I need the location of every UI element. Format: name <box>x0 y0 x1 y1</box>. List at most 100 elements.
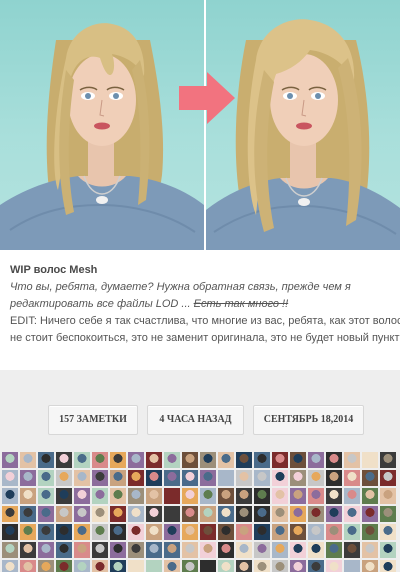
avatar[interactable] <box>308 524 324 540</box>
avatar[interactable] <box>182 560 198 572</box>
avatar[interactable] <box>110 506 126 522</box>
avatar[interactable] <box>56 488 72 504</box>
avatar[interactable] <box>20 524 36 540</box>
avatar[interactable] <box>2 488 18 504</box>
avatar[interactable] <box>92 470 108 486</box>
avatar[interactable] <box>146 506 162 522</box>
avatar[interactable] <box>56 542 72 558</box>
avatar[interactable] <box>38 560 54 572</box>
avatar[interactable] <box>2 524 18 540</box>
avatar[interactable] <box>362 524 378 540</box>
avatar[interactable] <box>362 542 378 558</box>
avatar[interactable] <box>290 560 306 572</box>
avatar[interactable] <box>200 470 216 486</box>
avatar[interactable] <box>308 560 324 572</box>
notes-button[interactable]: 157 ЗАМЕТКИ <box>48 405 138 435</box>
avatar[interactable] <box>308 542 324 558</box>
avatar[interactable] <box>56 470 72 486</box>
avatar[interactable] <box>146 524 162 540</box>
avatar[interactable] <box>200 524 216 540</box>
avatar[interactable] <box>38 542 54 558</box>
avatar[interactable] <box>182 524 198 540</box>
avatar[interactable] <box>146 560 162 572</box>
avatar[interactable] <box>236 542 252 558</box>
avatar[interactable] <box>92 488 108 504</box>
avatar[interactable] <box>254 524 270 540</box>
avatar[interactable] <box>182 506 198 522</box>
avatar[interactable] <box>254 560 270 572</box>
avatar[interactable] <box>380 452 396 468</box>
avatar[interactable] <box>218 524 234 540</box>
avatar[interactable] <box>308 506 324 522</box>
avatar[interactable] <box>164 542 180 558</box>
avatar[interactable] <box>290 488 306 504</box>
avatar[interactable] <box>362 488 378 504</box>
avatar[interactable] <box>2 560 18 572</box>
avatar[interactable] <box>218 560 234 572</box>
avatar[interactable] <box>272 542 288 558</box>
avatar[interactable] <box>164 506 180 522</box>
avatar[interactable] <box>20 560 36 572</box>
avatar[interactable] <box>110 470 126 486</box>
avatar[interactable] <box>38 506 54 522</box>
avatar[interactable] <box>182 488 198 504</box>
avatar[interactable] <box>164 452 180 468</box>
avatar[interactable] <box>326 470 342 486</box>
avatar[interactable] <box>74 452 90 468</box>
avatar[interactable] <box>326 506 342 522</box>
avatar[interactable] <box>164 488 180 504</box>
avatar[interactable] <box>20 506 36 522</box>
avatar[interactable] <box>164 470 180 486</box>
avatar[interactable] <box>272 506 288 522</box>
avatar[interactable] <box>92 542 108 558</box>
avatar[interactable] <box>92 452 108 468</box>
avatar[interactable] <box>200 560 216 572</box>
avatar[interactable] <box>272 452 288 468</box>
avatar[interactable] <box>182 452 198 468</box>
avatar[interactable] <box>344 560 360 572</box>
avatar[interactable] <box>2 470 18 486</box>
avatar[interactable] <box>164 524 180 540</box>
avatar[interactable] <box>110 542 126 558</box>
avatar[interactable] <box>146 470 162 486</box>
avatar[interactable] <box>218 506 234 522</box>
avatar[interactable] <box>128 506 144 522</box>
avatar[interactable] <box>380 470 396 486</box>
avatar[interactable] <box>92 524 108 540</box>
avatar[interactable] <box>92 506 108 522</box>
avatar[interactable] <box>200 506 216 522</box>
avatar[interactable] <box>290 542 306 558</box>
avatar[interactable] <box>362 560 378 572</box>
avatar[interactable] <box>254 542 270 558</box>
avatar[interactable] <box>344 524 360 540</box>
avatar[interactable] <box>92 560 108 572</box>
avatar[interactable] <box>128 542 144 558</box>
avatar[interactable] <box>146 542 162 558</box>
avatar[interactable] <box>236 560 252 572</box>
avatar[interactable] <box>218 470 234 486</box>
avatar[interactable] <box>380 488 396 504</box>
avatar[interactable] <box>74 488 90 504</box>
avatar[interactable] <box>272 524 288 540</box>
avatar[interactable] <box>128 470 144 486</box>
avatar[interactable] <box>236 470 252 486</box>
avatar[interactable] <box>236 506 252 522</box>
avatar[interactable] <box>344 542 360 558</box>
avatar[interactable] <box>290 506 306 522</box>
avatar[interactable] <box>290 452 306 468</box>
avatar[interactable] <box>326 560 342 572</box>
avatar[interactable] <box>326 488 342 504</box>
date-button[interactable]: СЕНТЯБРЬ 18,2014 <box>253 405 364 435</box>
avatar[interactable] <box>56 506 72 522</box>
avatar[interactable] <box>164 560 180 572</box>
avatar[interactable] <box>236 488 252 504</box>
avatar[interactable] <box>218 488 234 504</box>
avatar[interactable] <box>290 470 306 486</box>
avatar[interactable] <box>380 542 396 558</box>
avatar[interactable] <box>254 470 270 486</box>
avatar[interactable] <box>110 488 126 504</box>
avatar[interactable] <box>272 488 288 504</box>
avatar[interactable] <box>56 524 72 540</box>
avatar[interactable] <box>308 470 324 486</box>
avatar[interactable] <box>380 506 396 522</box>
